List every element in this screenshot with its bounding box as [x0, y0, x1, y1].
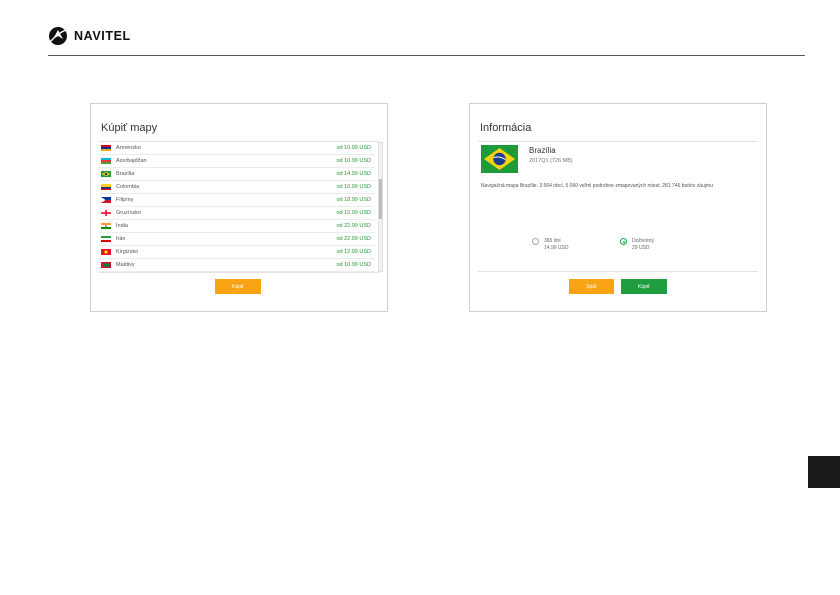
- radio-selected-icon[interactable]: [620, 238, 627, 245]
- header-divider: [48, 55, 805, 56]
- country-row[interactable]: Gruzínsko od 10.99 USD: [99, 207, 375, 220]
- colombia-flag-icon: [101, 184, 111, 190]
- buy-button[interactable]: Kúpiť: [215, 279, 261, 294]
- country-row[interactable]: Maldivy od 10.99 USD: [99, 259, 375, 272]
- info-title: Informácia: [480, 122, 532, 134]
- india-flag-icon: [101, 223, 111, 229]
- brand-name: NAVITEL: [74, 29, 131, 43]
- option-label: 365 dní: [544, 238, 561, 244]
- country-row[interactable]: Filipíny od 18.99 USD: [99, 194, 375, 207]
- country-row[interactable]: India od 22.99 USD: [99, 220, 375, 233]
- country-price: od 10.99 USD: [336, 158, 371, 164]
- country-name: India: [116, 223, 128, 229]
- map-info-dialog: Informácia Brazília 2017Q1 (726 MB) Navi…: [469, 103, 767, 312]
- country-row[interactable]: Kirgizsko od 12.99 USD: [99, 246, 375, 259]
- country-name: Filipíny: [116, 197, 134, 203]
- option-lifetime[interactable]: Doživotný 29 USD: [620, 238, 654, 252]
- country-name: Maldivy: [116, 262, 135, 268]
- iran-flag-icon: [101, 236, 111, 242]
- country-name: Irán: [116, 236, 126, 242]
- country-row[interactable]: Arménsko od 10.99 USD: [99, 142, 375, 155]
- country-name: Brazília: [116, 171, 135, 177]
- buy-maps-title: Kúpiť mapy: [101, 122, 158, 134]
- country-row[interactable]: Azerbajdžan od 10.99 USD: [99, 155, 375, 168]
- scrollbar-thumb[interactable]: [379, 179, 382, 219]
- country-price: od 10.99 USD: [336, 262, 371, 268]
- armenia-flag-icon: [101, 145, 111, 151]
- kyrgyzstan-flag-icon: [101, 249, 111, 255]
- divider: [478, 271, 758, 272]
- buy-maps-dialog: Kúpiť mapy Arménsko od 10.99 USD Azerbajdž…: [90, 103, 388, 312]
- philippines-flag-icon: [101, 197, 111, 203]
- country-price: od 22.99 USD: [336, 223, 371, 229]
- brazil-flag-icon: [481, 145, 518, 173]
- radio-icon[interactable]: [532, 238, 539, 245]
- georgia-flag-icon: [101, 210, 111, 216]
- country-name: Kirgizsko: [116, 249, 139, 255]
- country-price: od 10.99 USD: [336, 184, 371, 190]
- option-365-days[interactable]: 365 dní 14.99 USD: [532, 238, 568, 252]
- list-scrollbar[interactable]: [378, 142, 383, 272]
- navitel-logo-icon: [49, 27, 67, 45]
- page-language-tab: [808, 456, 840, 488]
- country-row[interactable]: Colombia od 10.99 USD: [99, 181, 375, 194]
- country-price: od 10.99 USD: [336, 145, 371, 151]
- country-price: od 14.99 USD: [336, 171, 371, 177]
- option-price: 29 USD: [632, 245, 650, 251]
- country-list[interactable]: Arménsko od 10.99 USD Azerbajdžan od 10.99 …: [99, 142, 375, 272]
- country-price: od 12.99 USD: [336, 249, 371, 255]
- country-name: Azerbajdžan: [116, 158, 147, 164]
- option-label: Doživotný: [632, 238, 654, 244]
- country-price: od 18.99 USD: [336, 197, 371, 203]
- country-name: Colombia: [116, 184, 140, 190]
- maldives-flag-icon: [101, 262, 111, 268]
- divider: [478, 141, 758, 142]
- back-button[interactable]: Späť: [569, 279, 614, 294]
- brazil-flag-icon: [101, 171, 111, 177]
- country-name: Arménsko: [116, 145, 141, 151]
- azerbaijan-flag-icon: [101, 158, 111, 164]
- map-version: 2017Q1 (726 MB): [529, 158, 573, 164]
- country-row[interactable]: Irán od 22.99 USD: [99, 233, 375, 246]
- header: NAVITEL: [48, 24, 131, 48]
- country-price: od 22.99 USD: [336, 236, 371, 242]
- buy-button[interactable]: Kúpiť: [621, 279, 667, 294]
- country-row[interactable]: Brazília od 14.99 USD: [99, 168, 375, 181]
- divider: [99, 272, 379, 273]
- country-price: od 10.99 USD: [336, 210, 371, 216]
- map-description: Navigačná mapa Brazílie. 3 564 obcí, 5 0…: [481, 183, 713, 189]
- country-name: Gruzínsko: [116, 210, 142, 216]
- map-name: Brazília: [529, 146, 556, 155]
- option-price: 14.99 USD: [544, 245, 569, 251]
